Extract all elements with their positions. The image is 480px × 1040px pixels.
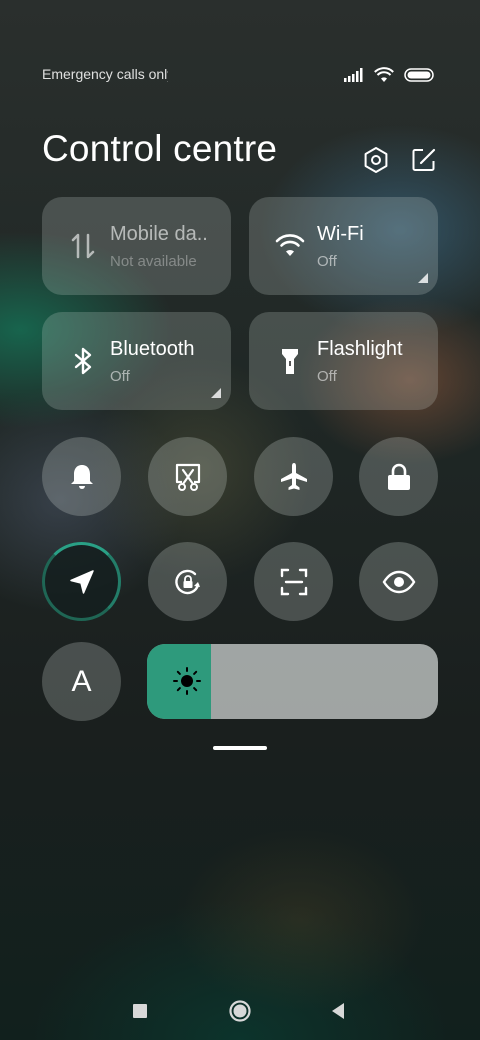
brightness-slider[interactable]: [147, 644, 438, 719]
mobile-data-icon: [71, 233, 95, 259]
font-size-label: A: [71, 664, 92, 698]
lock-toggle[interactable]: [359, 437, 438, 516]
flashlight-label: Flashlight: [317, 338, 403, 360]
screenshot-icon: [175, 463, 200, 491]
bluetooth-tile[interactable]: Bluetooth Off: [42, 312, 231, 410]
carrier-status-text: Emergency calls only: [42, 66, 168, 82]
battery-icon: [404, 68, 434, 82]
bluetooth-icon: [74, 347, 92, 375]
brightness-icon: [173, 667, 201, 695]
font-size-button[interactable]: A: [42, 642, 121, 721]
flashlight-tile[interactable]: Flashlight Off: [249, 312, 438, 410]
wifi-tile[interactable]: Wi-Fi Off: [249, 197, 438, 295]
settings-icon[interactable]: [362, 146, 390, 174]
bluetooth-status: Off: [110, 368, 130, 385]
sound-toggle[interactable]: [42, 437, 121, 516]
wifi-icon: [275, 234, 305, 256]
back-icon: [332, 1003, 344, 1019]
lock-icon: [387, 463, 410, 490]
drag-handle[interactable]: [213, 746, 267, 750]
wifi-label: Wi-Fi: [317, 223, 364, 245]
mobile-data-status: Not available: [110, 253, 197, 270]
rotation-lock-icon: [174, 569, 200, 594]
expand-corner-icon[interactable]: [418, 273, 428, 283]
home-button[interactable]: [227, 998, 253, 1024]
wifi-status: Off: [317, 253, 337, 270]
recents-icon: [133, 1004, 147, 1018]
bluetooth-label: Bluetooth: [110, 338, 195, 360]
location-icon: [69, 569, 94, 594]
status-bar: Emergency calls only: [42, 66, 434, 86]
wifi-icon: [374, 67, 394, 82]
mobile-data-label: Mobile da..: [110, 223, 208, 245]
signal-icon: [344, 68, 363, 82]
home-icon: [229, 1000, 251, 1022]
rotation-lock-toggle[interactable]: [148, 542, 227, 621]
mobile-data-tile[interactable]: Mobile da.. Not available: [42, 197, 231, 295]
recents-button[interactable]: [127, 998, 153, 1024]
eye-icon: [382, 570, 415, 593]
scanner-toggle[interactable]: [254, 542, 333, 621]
flashlight-status: Off: [317, 368, 337, 385]
airplane-toggle[interactable]: [254, 437, 333, 516]
back-button[interactable]: [325, 998, 351, 1024]
flashlight-icon: [282, 349, 298, 374]
reading-mode-toggle[interactable]: [359, 542, 438, 621]
location-toggle[interactable]: [42, 542, 121, 621]
expand-corner-icon[interactable]: [211, 388, 221, 398]
airplane-icon: [280, 462, 307, 490]
bell-icon: [70, 464, 93, 489]
page-title: Control centre: [42, 128, 278, 169]
screenshot-toggle[interactable]: [148, 437, 227, 516]
scanner-icon: [280, 568, 307, 595]
status-icons: [344, 67, 434, 83]
edit-icon[interactable]: [410, 146, 438, 174]
